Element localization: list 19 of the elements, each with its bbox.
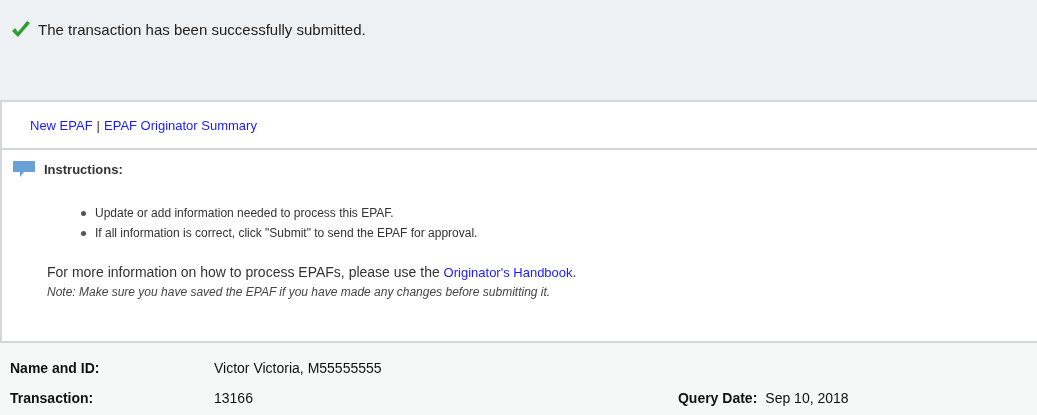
field-label: Name and ID: [10, 360, 101, 376]
field-label: Query Date: [677, 390, 758, 406]
success-message: The transaction has been successfully submitted. [38, 20, 366, 40]
instruction-text: If all information is correct, click "Submit" to send the EPAF for approval. [95, 226, 478, 240]
nav-link[interactable]: EPAF Originator Summary [104, 117, 257, 133]
instructions-title: Instructions: [44, 161, 123, 177]
speech-bubble-icon [12, 160, 36, 178]
note-text: Note: Make sure you have saved the EPAF if you have made any changes before submitting it. [47, 285, 552, 299]
instruction-text: Update or add information needed to process this EPAF. [95, 206, 394, 220]
field-value: Victor Victoria, M55555555 [214, 360, 382, 376]
nav-link[interactable]: New EPAF [30, 117, 93, 133]
handbook-link[interactable]: Originator's Handbook [443, 265, 573, 280]
link-separator: | [96, 117, 100, 133]
help-sentence: For more information on how to process EPAFs, please use the Originator's Handbook. [47, 264, 578, 280]
bullet-icon [81, 230, 86, 236]
bullet-icon [81, 210, 86, 216]
field-label: Transaction: [10, 390, 95, 406]
field-value: 13166 [214, 390, 253, 406]
field-value: Sep 10, 2018 [765, 390, 849, 406]
